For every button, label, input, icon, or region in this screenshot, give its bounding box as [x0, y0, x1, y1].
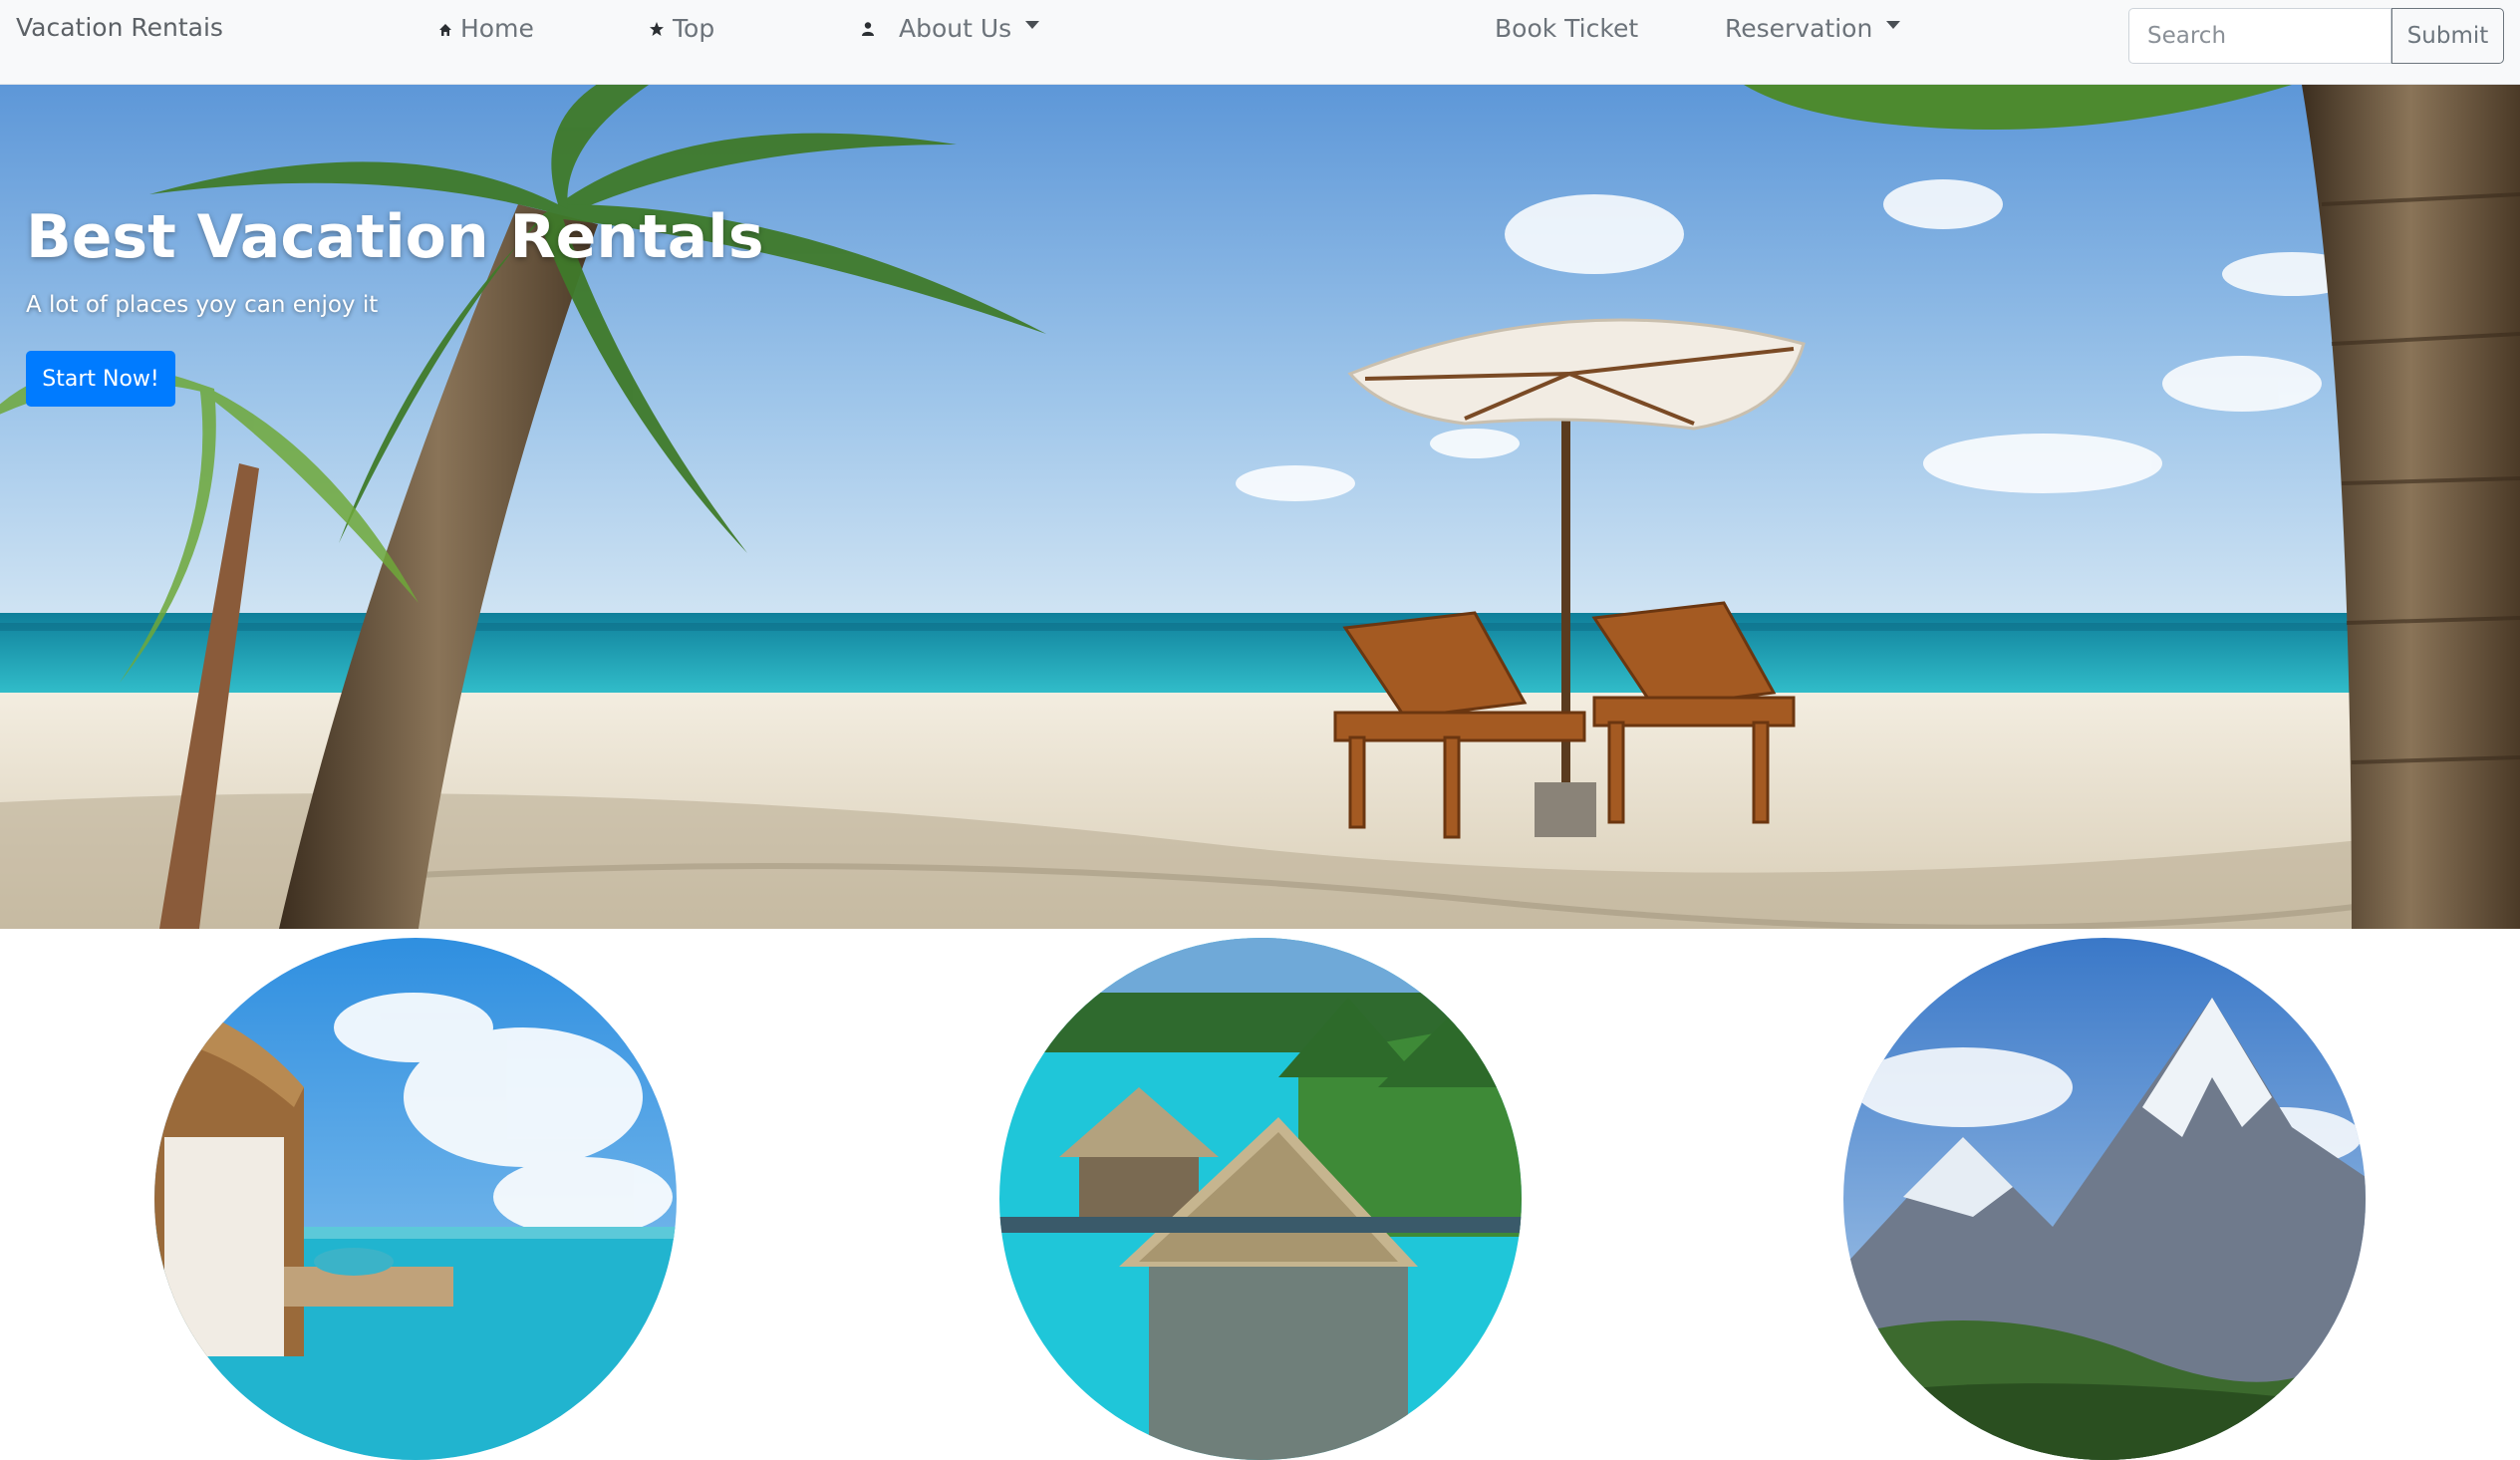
- navbar: Vacation Rentais Home Top About Us Book …: [0, 0, 2520, 85]
- snowy-mountain-peak-photo: [1843, 938, 2366, 1460]
- hero-title: Best Vacation Rentals: [26, 202, 764, 272]
- chevron-down-icon: [1025, 21, 1040, 29]
- brand-name[interactable]: Vacation Rentais: [16, 0, 223, 56]
- nav-reservation-label: Reservation: [1725, 13, 1873, 43]
- thatched-bungalows-lagoon-photo: [999, 938, 1522, 1460]
- overwater-villa-photo: [154, 938, 677, 1460]
- nav-about-us-label: About Us: [899, 13, 1012, 43]
- search-input[interactable]: [2128, 8, 2391, 64]
- nav-home-label: Home: [460, 13, 534, 43]
- hero-subtitle: A lot of places yoy can enjoy it: [26, 292, 379, 318]
- nav-top-label: Top: [673, 13, 715, 43]
- user-icon: [861, 14, 875, 43]
- start-now-button[interactable]: Start Now!: [26, 351, 175, 407]
- hero-banner: Best Vacation Rentals A lot of places yo…: [0, 85, 2520, 929]
- nav-about-us[interactable]: About Us: [861, 0, 1040, 56]
- nav-reservation[interactable]: Reservation: [1725, 0, 1901, 56]
- destination-card-bungalows[interactable]: [999, 938, 1522, 1460]
- chevron-down-icon: [1886, 21, 1901, 29]
- submit-button[interactable]: Submit: [2391, 8, 2504, 64]
- destination-card-villa[interactable]: [154, 938, 677, 1460]
- nav-home[interactable]: Home: [438, 0, 534, 56]
- destination-card-mountains[interactable]: [1843, 938, 2366, 1460]
- nav-book-ticket-label: Book Ticket: [1495, 13, 1639, 43]
- home-icon: [438, 14, 452, 43]
- nav-book-ticket[interactable]: Book Ticket: [1495, 0, 1638, 56]
- nav-top[interactable]: Top: [649, 0, 714, 56]
- star-icon: [649, 14, 665, 43]
